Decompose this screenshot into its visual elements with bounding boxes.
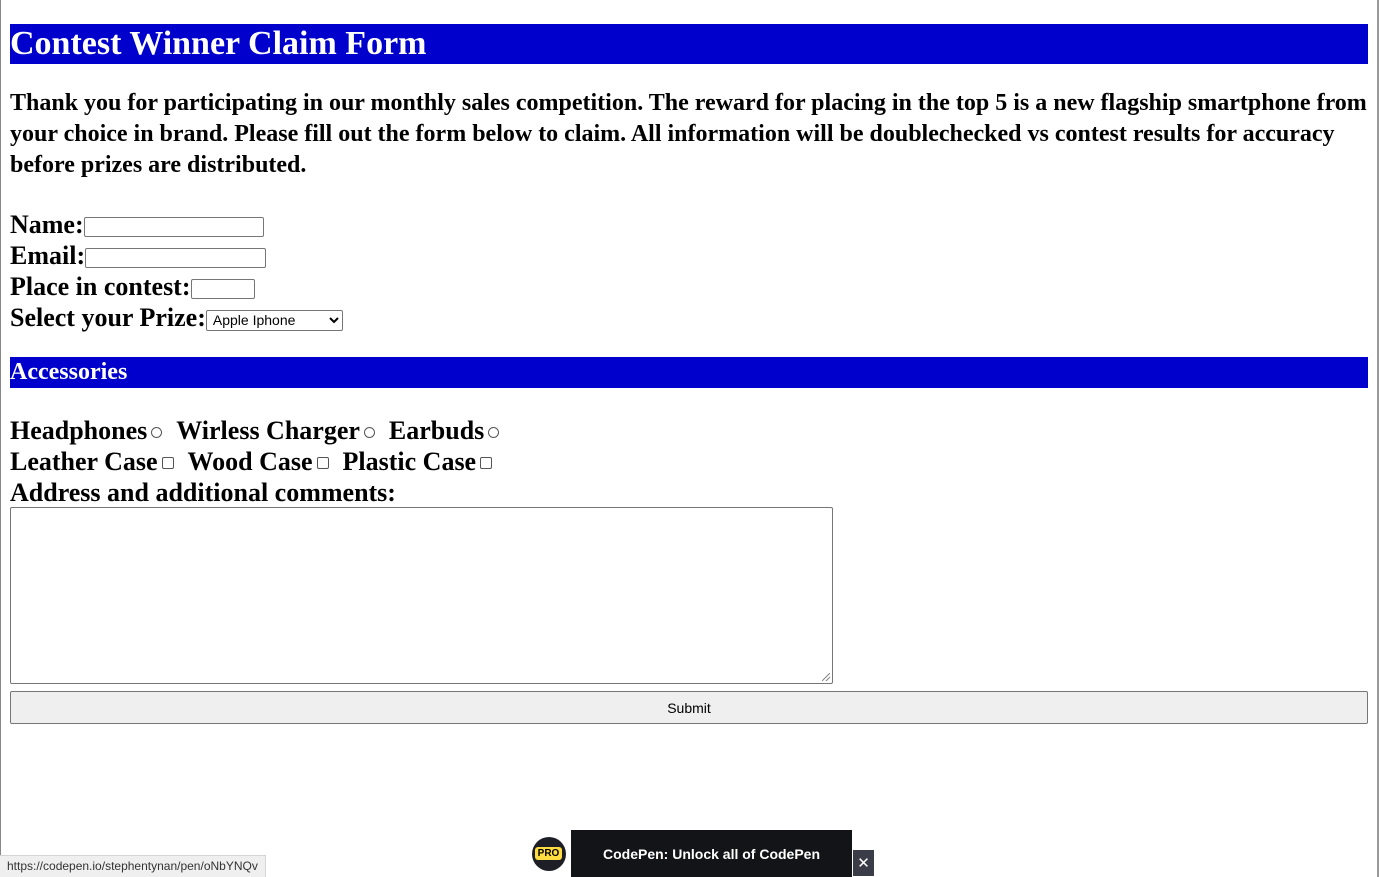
accessories-heading: Accessories xyxy=(10,357,1368,388)
place-label: Place in contest: xyxy=(10,272,191,301)
email-input[interactable] xyxy=(85,247,267,268)
prize-select[interactable]: Apple Iphone xyxy=(205,309,343,331)
intro-paragraph: Thank you for participating in our month… xyxy=(10,90,1367,178)
name-label: Name: xyxy=(10,210,84,239)
radio-option-earbuds[interactable]: Earbuds xyxy=(389,415,503,446)
comments-label: Address and additional comments: xyxy=(10,478,396,507)
leather-case-checkbox[interactable] xyxy=(161,457,174,469)
wireless-charger-radio[interactable] xyxy=(363,426,375,438)
leather-case-label: Leather Case xyxy=(10,447,158,476)
checkbox-option-plastic-case[interactable]: Plastic Case xyxy=(343,446,497,477)
checkbox-row: Leather Case Wood Case Plastic Case xyxy=(10,446,506,477)
codepen-promo-banner[interactable]: PRO CodePen: Unlock all of CodePen xyxy=(526,830,852,877)
window-left-border xyxy=(0,0,1,877)
place-row: Place in contest: xyxy=(10,271,255,302)
prize-label: Select your Prize: xyxy=(10,303,206,332)
plastic-case-checkbox[interactable] xyxy=(480,457,493,469)
comments-label-row: Address and additional comments: xyxy=(10,477,396,508)
plastic-case-label: Plastic Case xyxy=(342,447,477,476)
wood-case-checkbox[interactable] xyxy=(316,457,329,469)
earbuds-label: Earbuds xyxy=(388,416,485,445)
earbuds-radio[interactable] xyxy=(488,426,500,438)
promo-text[interactable]: CodePen: Unlock all of CodePen xyxy=(571,846,852,862)
close-icon[interactable]: ✕ xyxy=(853,850,874,876)
place-input[interactable] xyxy=(190,278,255,299)
headphones-radio[interactable] xyxy=(151,426,163,438)
checkbox-option-leather-case[interactable]: Leather Case xyxy=(10,446,178,477)
wood-case-label: Wood Case xyxy=(187,447,313,476)
headphones-label: Headphones xyxy=(10,416,148,445)
pro-badge-text: PRO xyxy=(534,847,563,860)
resize-handle-icon[interactable] xyxy=(822,673,830,681)
checkbox-option-wood-case[interactable]: Wood Case xyxy=(188,446,333,477)
radio-option-headphones[interactable]: Headphones xyxy=(10,415,166,446)
email-label: Email: xyxy=(10,241,86,270)
name-input[interactable] xyxy=(83,216,264,237)
radio-option-wireless-charger[interactable]: Wirless Charger xyxy=(176,415,379,446)
pro-badge-icon: PRO xyxy=(531,836,566,871)
page-title: Contest Winner Claim Form xyxy=(10,24,1368,64)
wireless-charger-label: Wirless Charger xyxy=(176,416,360,445)
comments-textarea[interactable] xyxy=(10,507,833,684)
status-bar-url: https://codepen.io/stephentynan/pen/oNbY… xyxy=(0,855,266,877)
submit-button[interactable]: Submit xyxy=(10,691,1368,724)
email-row: Email: xyxy=(10,240,267,271)
radio-row: Headphones Wirless Charger Earbuds xyxy=(10,415,513,446)
prize-row: Select your Prize: Apple Iphone xyxy=(10,302,343,333)
promo-logo-box: PRO xyxy=(526,830,571,877)
name-row: Name: xyxy=(10,209,264,240)
